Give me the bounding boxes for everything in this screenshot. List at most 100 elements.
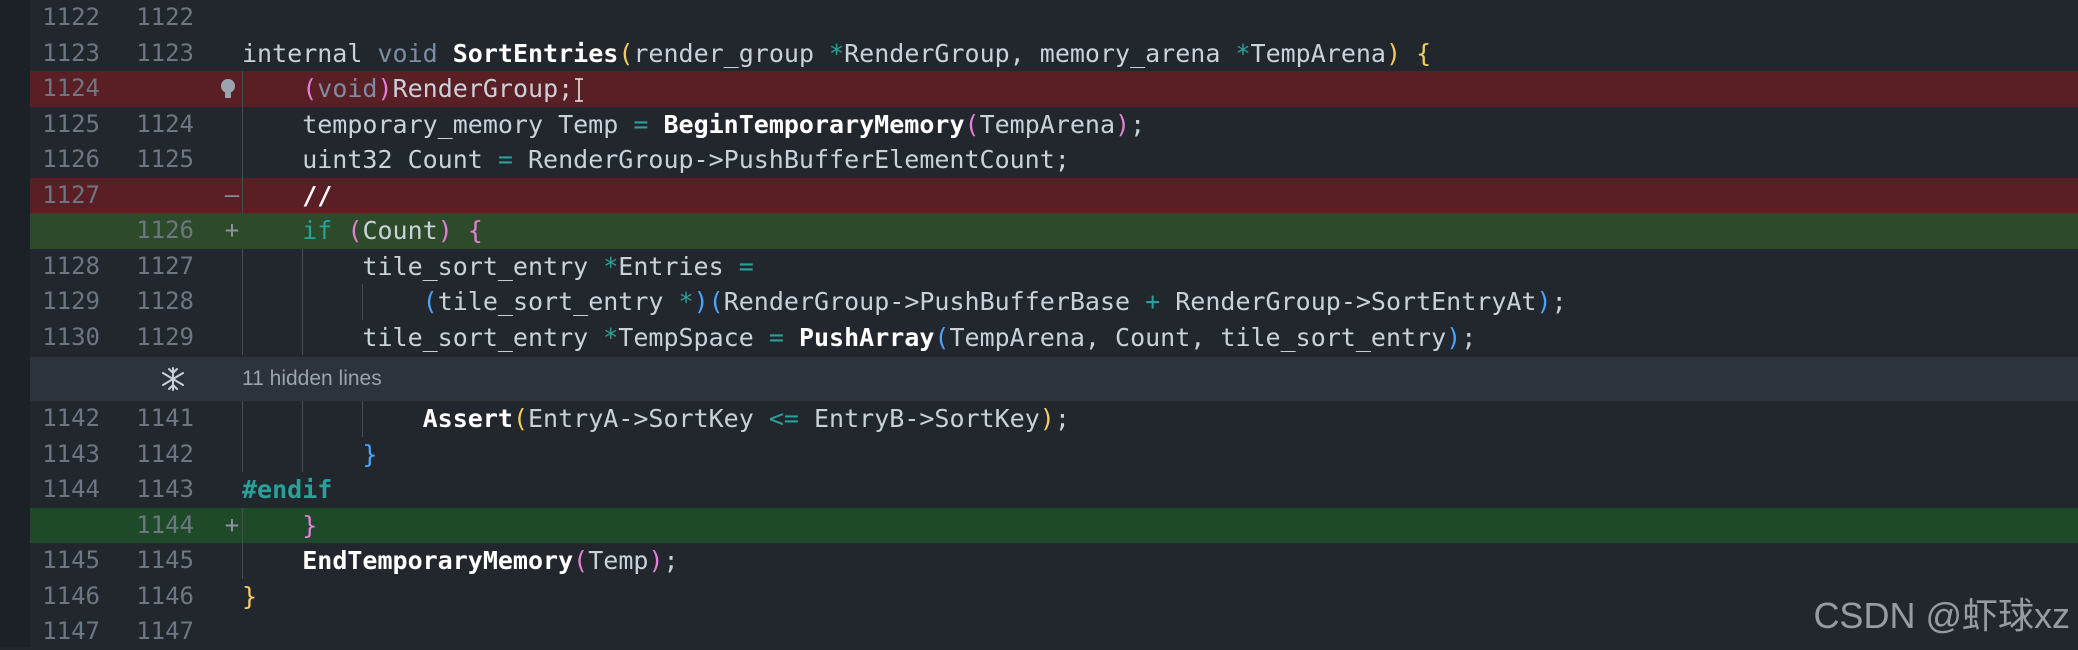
- code-token: }: [302, 510, 318, 540]
- hidden-lines-fold[interactable]: 11 hidden lines: [30, 357, 2078, 401]
- code-token: ): [1115, 109, 1131, 139]
- code-token: SortEntries: [452, 38, 619, 68]
- indent-guide: [242, 401, 243, 437]
- code-line[interactable]: 1143 1142 }: [30, 436, 2078, 473]
- code-token: PushArray: [798, 322, 935, 352]
- code-text[interactable]: }: [242, 579, 257, 615]
- code-text[interactable]: (tile_sort_entry *)(RenderGroup->PushBuf…: [242, 284, 1567, 320]
- new-line-number: 1144: [136, 510, 194, 539]
- code-line[interactable]: 1122 1122: [30, 0, 2078, 36]
- code-token: #endif: [242, 475, 333, 504]
- code-line[interactable]: 1146 1146}: [30, 579, 2078, 615]
- new-line-number: 1128: [136, 287, 194, 315]
- old-line-number: 1126: [42, 145, 100, 173]
- code-token: *: [678, 287, 694, 316]
- code-line[interactable]: 1130 1129 tile_sort_entry *TempSpace = Pu…: [30, 319, 2078, 356]
- code-line[interactable]: 1127 — //: [30, 177, 2078, 214]
- code-line[interactable]: 1144 + }: [30, 507, 2078, 544]
- code-token: (: [347, 216, 363, 245]
- code-text[interactable]: #endif: [242, 472, 332, 508]
- indent-guide: [242, 436, 243, 472]
- code-token: (: [573, 546, 589, 575]
- new-line-number: 1129: [136, 322, 194, 351]
- code-text[interactable]: //: [242, 178, 332, 214]
- code-text[interactable]: if (Count) {: [242, 213, 483, 249]
- code-token: ;: [1551, 287, 1567, 316]
- old-line-number: 1144: [42, 475, 100, 503]
- indent-guide: [242, 507, 243, 543]
- code-token: uint32 Count: [242, 145, 498, 174]
- code-line[interactable]: 1145 1145 EndTemporaryMemory(Temp);: [30, 543, 2078, 579]
- indent-guide: [302, 401, 304, 437]
- unfold-icon[interactable]: [160, 366, 186, 392]
- code-token: ) {: [1385, 38, 1432, 68]
- code-text[interactable]: (void)RenderGroup;: [242, 71, 585, 107]
- code-token: (: [512, 404, 528, 433]
- new-line-number: 1123: [136, 38, 194, 67]
- code-token: (: [964, 109, 980, 139]
- code-text[interactable]: tile_sort_entry *TempSpace = PushArray(T…: [242, 320, 1476, 356]
- code-token: void: [317, 74, 378, 103]
- indent-guide: [362, 401, 364, 437]
- code-text[interactable]: }: [242, 508, 317, 544]
- new-line-number: 1125: [136, 145, 194, 173]
- hidden-lines-label[interactable]: 11 hidden lines: [242, 357, 382, 401]
- code-token: +: [1145, 287, 1161, 316]
- code-token: (: [934, 322, 950, 352]
- lightbulb-icon[interactable]: [218, 78, 238, 100]
- code-token: RenderGroup->PushBufferElementCount;: [512, 145, 1070, 174]
- code-line[interactable]: 1147 1147: [30, 614, 2078, 650]
- code-line[interactable]: 1126 1125 uint32 Count = RenderGroup->Pus…: [30, 142, 2078, 178]
- diff-editor[interactable]: 1122 1122 1123 1123 internal void SortEntrie…: [30, 0, 2078, 647]
- indent-guide: [302, 248, 304, 284]
- new-line-number: 1141: [136, 404, 194, 432]
- code-text[interactable]: }: [242, 437, 377, 473]
- new-line-number: 1145: [136, 546, 194, 574]
- code-token: internal: [242, 38, 378, 68]
- old-line-number: 1127: [42, 180, 100, 209]
- code-text[interactable]: Assert(EntryA->SortKey <= EntryB->SortKe…: [242, 401, 1070, 437]
- indent-guide: [302, 319, 304, 355]
- code-line[interactable]: 1126 + if (Count) {: [30, 213, 2078, 249]
- code-token: (: [618, 38, 634, 68]
- code-token: ;: [1054, 404, 1070, 433]
- old-line-number: 1145: [42, 546, 100, 574]
- code-text[interactable]: uint32 Count = RenderGroup->PushBufferEl…: [242, 142, 1070, 178]
- left-gutter-strip: [0, 0, 30, 647]
- indent-guide: [242, 106, 243, 142]
- code-line[interactable]: 1129 1128 (tile_sort_entry *)(RenderGroup…: [30, 284, 2078, 320]
- new-line-number: 1122: [136, 3, 194, 31]
- code-token: ;: [663, 546, 679, 575]
- code-token: tile_sort_entry: [242, 251, 604, 281]
- new-line-number: 1126: [136, 216, 194, 244]
- code-line[interactable]: 1144 1143 #endif: [30, 472, 2078, 508]
- code-token: ): [1039, 404, 1055, 433]
- old-line-number: 1128: [42, 251, 100, 280]
- new-line-number: 1146: [136, 581, 194, 610]
- indent-guide: [242, 71, 243, 107]
- code-text[interactable]: internal void SortEntries(render_group *…: [242, 36, 1431, 72]
- code-line[interactable]: 1142 1141 Assert(EntryA->SortKey <= Entry…: [30, 401, 2078, 437]
- code-token: }: [362, 439, 378, 469]
- code-text[interactable]: EndTemporaryMemory(Temp);: [242, 543, 679, 579]
- code-token: EntryA->SortKey: [528, 404, 769, 433]
- code-text[interactable]: tile_sort_entry *Entries =: [242, 249, 753, 285]
- code-token: render_group: [633, 38, 830, 68]
- code-token: EndTemporaryMemory: [302, 546, 574, 575]
- code-line[interactable]: 1125 1124 temporary_memory Temp = BeginTe…: [30, 106, 2078, 143]
- code-token: Entries: [618, 251, 739, 281]
- code-line[interactable]: 1123 1123 internal void SortEntries(render…: [30, 36, 2078, 72]
- code-text[interactable]: temporary_memory Temp = BeginTemporaryMe…: [242, 107, 1145, 143]
- old-line-number: 1142: [42, 404, 100, 432]
- new-line-number: 1142: [136, 439, 194, 468]
- code-token: *: [829, 38, 845, 68]
- code-line[interactable]: 1124 (void)RenderGroup;: [30, 71, 2078, 107]
- code-token: Count: [362, 216, 438, 245]
- indent-guide: [242, 284, 243, 320]
- code-line[interactable]: 1128 1127 tile_sort_entry *Entries =: [30, 248, 2078, 285]
